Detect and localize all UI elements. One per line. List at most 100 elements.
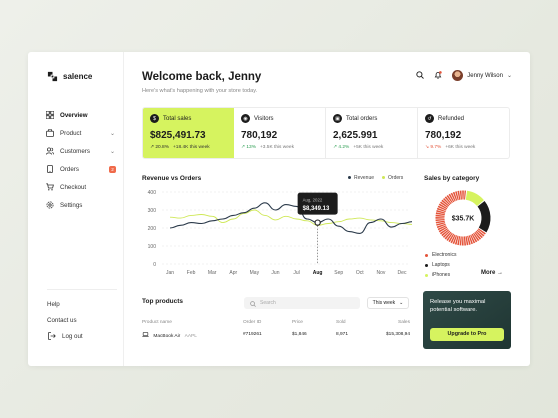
chevron-down-icon: ⌄ (399, 300, 404, 306)
brand-name: salence (63, 72, 93, 81)
refund-icon: ↺ (425, 114, 434, 123)
x-tick-label: Sep (334, 270, 343, 276)
sidebar-item-product[interactable]: Product ⌄ (45, 124, 119, 142)
cart-icon (45, 182, 55, 192)
series-line-revenue (169, 202, 412, 234)
box-icon: ▣ (333, 114, 342, 123)
revenue-chart-title: Revenue vs Orders (142, 175, 202, 182)
legend-orders[interactable]: Orders (382, 175, 403, 181)
logout-label: Log out (62, 332, 83, 340)
sidebar-item-label: Customers (60, 147, 90, 155)
sidebar-item-label: Orders (60, 165, 79, 173)
arrow-up-icon: ↗ (241, 145, 246, 150)
category-electronics[interactable]: Electronics (425, 250, 456, 260)
search-icon[interactable] (416, 70, 425, 81)
sales-category-title: Sales by category (424, 175, 480, 182)
product-name: MacBook Air (153, 334, 181, 339)
notification-bell-icon[interactable] (434, 70, 442, 81)
product-ticker: AAPL (184, 334, 197, 339)
stat-percent: 4.2% (338, 145, 350, 150)
sidebar-nav: Overview Product ⌄ Customers ⌄ Orders 2 … (45, 106, 119, 214)
logout-button[interactable]: Log out (47, 328, 117, 344)
stat-percent: 9.7% (430, 145, 442, 150)
contact-link[interactable]: Contact us (47, 312, 117, 328)
sales-category-donut[interactable]: $35.7K (431, 188, 495, 248)
y-tick-label: 200 (148, 226, 157, 232)
tooltip-point (314, 219, 321, 226)
sidebar-item-customers[interactable]: Customers ⌄ (45, 142, 119, 160)
col-product-name[interactable]: Product name (142, 320, 172, 325)
stat-change: ↗ 4.2% +5K this week (333, 145, 410, 150)
stat-value: 780,192 (241, 130, 278, 141)
x-tick-label: Oct (356, 270, 364, 276)
y-tick-label: 0 (153, 262, 156, 268)
sidebar-item-label: Settings (60, 201, 83, 209)
user-name: Jenny Wilson (467, 72, 503, 79)
stat-label: Visitors (254, 115, 274, 122)
stat-change: ↘ 9.7% +6K this week (425, 145, 502, 150)
arrow-up-icon: ↗ (150, 145, 155, 150)
revenue-vs-orders-chart[interactable]: 0 100 200 300 400 Jan Feb Mar Apr May Jun Jul Aug Sep… (140, 186, 412, 294)
upgrade-button[interactable]: Upgrade to Pro (430, 328, 504, 341)
more-link[interactable]: More → (481, 270, 503, 276)
arrow-down-icon: ↘ (425, 145, 430, 150)
stat-delta: +18.4K this week (172, 145, 210, 150)
donut-center-label: $35.7K (452, 215, 475, 222)
chevron-down-icon: ⌄ (506, 73, 512, 79)
col-price[interactable]: Price (292, 320, 303, 325)
header-actions: Jenny Wilson ⌄ (416, 70, 512, 81)
chevron-down-icon: ⌄ (109, 130, 115, 137)
grid-icon (45, 110, 55, 120)
arrow-up-icon: ↗ (333, 145, 338, 150)
col-sales[interactable]: Sales (398, 320, 410, 325)
sidebar-item-label: Product (60, 129, 82, 137)
legend-revenue[interactable]: Revenue (348, 175, 374, 181)
orders-count-badge: 2 (109, 165, 116, 173)
x-tick-label: May (250, 270, 260, 276)
arrow-right-icon: → (497, 270, 504, 276)
x-tick-label: Jun (271, 270, 279, 276)
stat-delta: +6K this week (445, 145, 476, 150)
x-tick-label: Mar (208, 270, 217, 276)
stat-card-total-sales[interactable]: $ Total sales $825,491.73 ↗ 20.8% +18.4K… (143, 108, 234, 158)
search-icon (250, 294, 256, 312)
chart-legend: Revenue Orders (348, 175, 403, 181)
sidebar-item-settings[interactable]: Settings (45, 196, 119, 214)
dollar-icon: $ (150, 114, 159, 123)
sidebar: salence Overview Product ⌄ Customers ⌄ O… (28, 52, 124, 366)
page-subtitle: Here's what's happening with your store … (142, 88, 258, 94)
order-id: #719261 (243, 332, 262, 337)
eye-icon: ◉ (241, 114, 250, 123)
y-tick-label: 400 (148, 190, 157, 196)
stats-row: $ Total sales $825,491.73 ↗ 20.8% +18.4K… (142, 107, 510, 159)
users-icon (45, 146, 55, 156)
sales: $15,308,94 (385, 332, 410, 337)
col-sold[interactable]: Sold (336, 320, 346, 325)
help-link[interactable]: Help (47, 296, 117, 312)
products-table-header: Product name Order ID Price Sold Sales (142, 320, 410, 328)
stat-card-visitors[interactable]: ◉ Visitors 780,192 ↗ 13% +3.5K this week (234, 108, 326, 158)
table-row[interactable]: MacBook Air AAPL #719261 $1,846 8,971 $1… (142, 332, 410, 342)
page-title: Welcome back, Jenny (142, 71, 262, 83)
donut-slice-iphones[interactable] (465, 190, 484, 207)
category-iphones[interactable]: iPhones (425, 270, 456, 280)
logo-icon (47, 71, 58, 82)
sidebar-item-orders[interactable]: Orders 2 (45, 160, 119, 178)
x-tick-label: Feb (187, 270, 196, 276)
stat-value: 2,625.991 (333, 130, 378, 141)
stat-card-refunded[interactable]: ↺ Refunded 780,192 ↘ 9.7% +6K this week (418, 108, 509, 158)
stat-percent: 13% (246, 145, 256, 150)
donut-slice-laptops[interactable] (477, 200, 491, 233)
stat-label: Total sales (163, 115, 192, 122)
sidebar-footer: Help Contact us Log out (47, 289, 117, 344)
sidebar-item-checkout[interactable]: Checkout (45, 178, 119, 196)
col-order-id[interactable]: Order ID (243, 320, 261, 325)
sidebar-item-overview[interactable]: Overview (45, 106, 119, 124)
stat-card-total-orders[interactable]: ▣ Total orders 2,625.991 ↗ 4.2% +5K this… (326, 108, 418, 158)
category-laptops[interactable]: Laptops (425, 260, 456, 270)
contact-label: Contact us (47, 316, 77, 324)
period-dropdown[interactable]: This week ⌄ (367, 297, 409, 309)
search-input[interactable] (260, 300, 350, 306)
logo[interactable]: salence (47, 71, 92, 82)
user-menu[interactable]: Jenny Wilson ⌄ (452, 70, 512, 81)
